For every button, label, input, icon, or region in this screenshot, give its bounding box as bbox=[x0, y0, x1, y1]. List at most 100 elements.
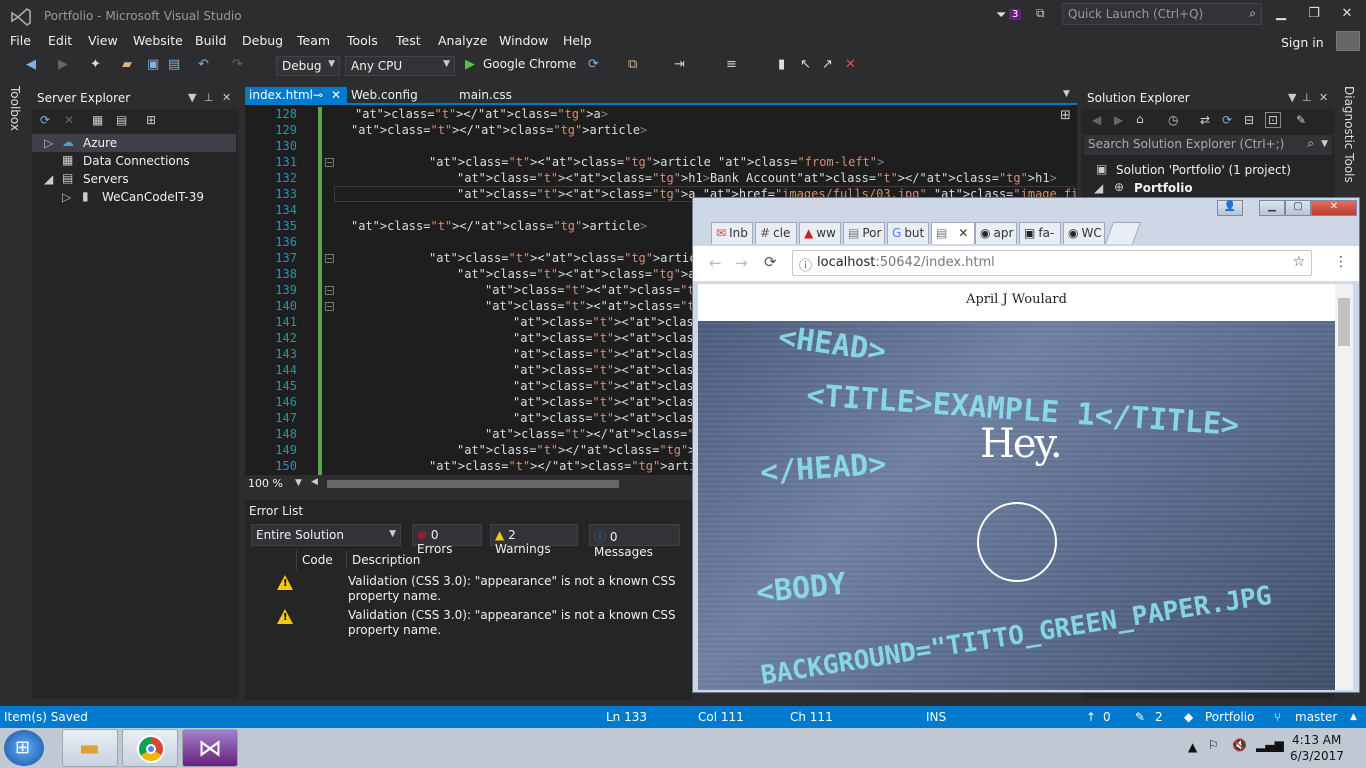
collapse-arrow-icon[interactable]: ◢ bbox=[44, 172, 53, 186]
menu-window[interactable]: Window bbox=[499, 33, 548, 48]
tree-item-solution[interactable]: Solution 'Portfolio' (1 project) bbox=[1116, 163, 1291, 177]
warnings-filter-button[interactable]: ▲ 2 Warnings bbox=[490, 524, 578, 556]
close-button[interactable]: ✕ bbox=[1311, 200, 1357, 216]
minimize-button[interactable]: ▁ bbox=[1272, 6, 1290, 21]
sync-icon[interactable]: ⇄ bbox=[1200, 113, 1210, 127]
redo-icon[interactable]: ↷ bbox=[232, 57, 243, 72]
volume-muted-icon[interactable]: 🔇 bbox=[1232, 738, 1247, 752]
toolbox-tab[interactable]: Toolbox bbox=[8, 86, 22, 131]
pending-edits[interactable]: 2 bbox=[1155, 710, 1163, 724]
scope-select[interactable]: Entire Solution ▼ bbox=[251, 524, 401, 546]
repository-name[interactable]: Portfolio bbox=[1205, 710, 1254, 724]
show-hidden-icons[interactable]: ▲ bbox=[1188, 740, 1197, 754]
indent-icon[interactable]: ⇥ bbox=[674, 57, 685, 72]
properties-icon[interactable]: ✎ bbox=[1296, 113, 1306, 127]
error-row[interactable]: Validation (CSS 3.0): "appearance" is no… bbox=[348, 574, 688, 604]
minimize-button[interactable]: ▁ bbox=[1259, 200, 1285, 216]
back-icon[interactable]: ← bbox=[709, 254, 722, 272]
save-icon[interactable]: ▣ bbox=[147, 57, 159, 72]
site-title[interactable]: April J Woulard bbox=[698, 284, 1335, 321]
menu-help[interactable]: Help bbox=[563, 33, 592, 48]
clear-bookmarks-icon[interactable]: ✕ bbox=[845, 57, 856, 72]
browser-tab[interactable]: ▲ ww bbox=[799, 222, 841, 244]
tree-item-azure[interactable]: Azure bbox=[83, 136, 117, 150]
menu-debug[interactable]: Debug bbox=[242, 33, 283, 48]
browser-tab[interactable]: # cle bbox=[755, 222, 797, 244]
save-all-icon[interactable]: ▤ bbox=[168, 57, 180, 72]
menu-edit[interactable]: Edit bbox=[48, 33, 72, 48]
info-icon[interactable]: ⓘ bbox=[799, 255, 812, 274]
browser-tab[interactable]: ◉ apr bbox=[975, 222, 1017, 244]
menu-test[interactable]: Test bbox=[396, 33, 421, 48]
connect-database-icon[interactable]: ▦ bbox=[92, 113, 103, 127]
panel-menu-icon[interactable]: ▼ bbox=[1288, 91, 1296, 104]
tree-item-data-connections[interactable]: Data Connections bbox=[83, 154, 190, 168]
horizontal-scrollbar[interactable] bbox=[327, 480, 619, 488]
tab-main-css[interactable]: main.css bbox=[455, 87, 516, 105]
unpushed-commits[interactable]: 0 bbox=[1103, 710, 1111, 724]
expand-arrow-icon[interactable]: ▷ bbox=[62, 190, 71, 204]
fold-toggle-icon[interactable]: − bbox=[325, 254, 334, 263]
pin-icon[interactable]: ⊥ bbox=[1302, 91, 1312, 104]
forward-icon[interactable]: → bbox=[735, 254, 748, 272]
browser-tab[interactable]: Gbut bbox=[887, 222, 929, 244]
close-icon[interactable]: ✕ bbox=[1319, 91, 1328, 104]
visual-studio-taskbar-button[interactable]: ⋈ bbox=[182, 729, 238, 767]
start-button[interactable]: ⊞ bbox=[4, 730, 44, 766]
fold-toggle-icon[interactable]: − bbox=[325, 158, 334, 167]
sign-in-link[interactable]: Sign in bbox=[1281, 35, 1324, 50]
clock-date[interactable]: 6/3/2017 bbox=[1290, 749, 1344, 763]
column-header-description[interactable]: Description bbox=[347, 550, 687, 570]
chevron-up-icon[interactable]: ▲ bbox=[1350, 712, 1357, 722]
close-button[interactable]: ✕ bbox=[1338, 6, 1356, 21]
chrome-taskbar-button[interactable] bbox=[122, 729, 178, 767]
page-scrollbar[interactable] bbox=[1335, 284, 1353, 690]
column-icon[interactable] bbox=[247, 550, 297, 570]
browser-tab[interactable]: ▣ fa- bbox=[1019, 222, 1061, 244]
show-all-files-icon[interactable]: ⊡ bbox=[1265, 112, 1282, 128]
browser-tab[interactable]: ▤ Por bbox=[843, 222, 885, 244]
avatar[interactable] bbox=[1336, 31, 1360, 51]
comment-icon[interactable]: ≡ bbox=[726, 57, 737, 72]
collapse-all-icon[interactable]: ⊟ bbox=[1244, 113, 1254, 127]
pin-icon[interactable]: ⊸ bbox=[313, 88, 323, 102]
action-center-icon[interactable]: ⚐ bbox=[1208, 738, 1219, 752]
configuration-select[interactable]: Debug ▼ bbox=[276, 56, 340, 76]
pin-icon[interactable]: ⊥ bbox=[204, 91, 214, 104]
column-header-code[interactable]: Code bbox=[297, 550, 347, 570]
errors-filter-button[interactable]: ⊗ 0 Errors bbox=[412, 524, 482, 556]
menu-file[interactable]: File bbox=[10, 33, 31, 48]
undo-icon[interactable]: ↶ bbox=[198, 57, 209, 72]
address-bar[interactable]: ⓘ localhost:50642/index.html ☆ bbox=[792, 250, 1312, 276]
forward-icon[interactable]: ▶ bbox=[58, 57, 68, 72]
forward-icon[interactable]: ▶ bbox=[1114, 113, 1123, 127]
close-icon[interactable]: ✕ bbox=[331, 88, 341, 102]
zoom-level[interactable]: 100 % bbox=[248, 477, 283, 490]
platform-select[interactable]: Any CPU ▼ bbox=[345, 56, 455, 76]
new-project-icon[interactable]: ✦ bbox=[90, 57, 101, 72]
tree-item-project[interactable]: Portfolio bbox=[1134, 181, 1193, 195]
panel-menu-icon[interactable]: ▼ bbox=[188, 91, 196, 104]
menu-view[interactable]: View bbox=[88, 33, 118, 48]
stop-icon[interactable]: ✕ bbox=[64, 113, 74, 127]
quick-launch-input[interactable]: Quick Launch (Ctrl+Q) ⌕ bbox=[1062, 3, 1262, 25]
menu-build[interactable]: Build bbox=[195, 33, 226, 48]
tree-item-servers[interactable]: Servers bbox=[83, 172, 129, 186]
prev-bookmark-icon[interactable]: ↖ bbox=[800, 57, 811, 72]
error-row[interactable]: Validation (CSS 3.0): "appearance" is no… bbox=[348, 608, 688, 638]
network-icon[interactable]: ▂▄▆ bbox=[1256, 738, 1284, 752]
home-icon[interactable]: ⌂ bbox=[1136, 112, 1144, 126]
maximize-button[interactable]: ❐ bbox=[1305, 6, 1323, 21]
tree-item-server[interactable]: WeCanCodeIT-39 bbox=[102, 190, 204, 204]
menu-team[interactable]: Team bbox=[297, 33, 330, 48]
bookmark-icon[interactable]: ▮ bbox=[778, 57, 785, 72]
refresh-icon[interactable]: ⟳ bbox=[40, 113, 50, 127]
split-icon[interactable]: ⊞ bbox=[1060, 108, 1071, 123]
browser-link-icon[interactable]: ⧉ bbox=[628, 57, 637, 72]
messages-filter-button[interactable]: ⓘ 0 Messages bbox=[589, 524, 680, 559]
reload-icon[interactable]: ⟳ bbox=[764, 253, 777, 271]
maximize-button[interactable]: ▢ bbox=[1285, 200, 1311, 216]
browser-tab[interactable]: ▤ ✕ bbox=[931, 222, 975, 244]
notification-flag-icon[interactable]: ⏷ bbox=[996, 8, 1006, 23]
properties-icon[interactable]: ⊞ bbox=[146, 113, 156, 127]
